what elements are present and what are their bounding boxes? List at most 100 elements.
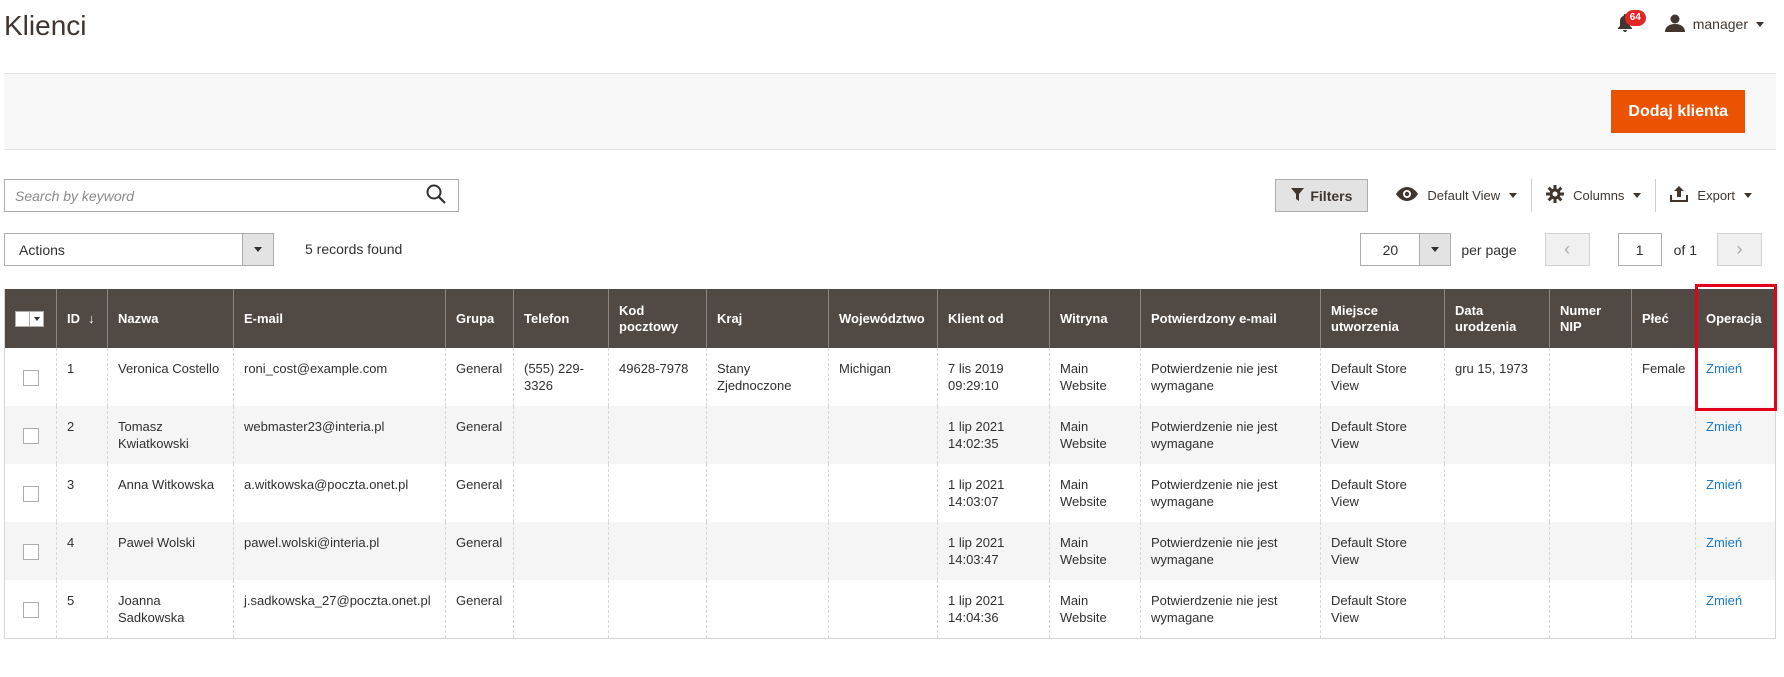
search-button[interactable] <box>414 180 458 211</box>
cell-taxvat <box>1549 348 1632 406</box>
cell-country <box>706 580 829 639</box>
cell-name: Joanna Sadkowska <box>107 580 234 639</box>
table-row: 5 Joanna Sadkowska j.sadkowska_27@poczta.on… <box>4 580 1776 639</box>
cell-website: Main Website <box>1049 464 1141 522</box>
row-checkbox[interactable] <box>22 369 39 386</box>
cell-id: 1 <box>56 348 108 406</box>
column-header-region[interactable]: Województwo <box>828 289 938 348</box>
column-header-name[interactable]: Nazwa <box>107 289 234 348</box>
row-checkbox[interactable] <box>22 601 39 618</box>
cell-country <box>706 406 829 464</box>
export-control[interactable]: Export <box>1656 179 1766 212</box>
cell-email: webmaster23@interia.pl <box>233 406 446 464</box>
column-header-dob[interactable]: Data urodzenia <box>1444 289 1550 348</box>
cell-website: Main Website <box>1049 522 1141 580</box>
mass-actions-label: Actions <box>19 241 65 258</box>
cell-phone <box>513 522 609 580</box>
cell-group: General <box>445 464 514 522</box>
export-icon <box>1670 186 1689 205</box>
column-header-taxvat[interactable]: Numer NIP <box>1549 289 1632 348</box>
cell-region <box>828 406 938 464</box>
cell-action: Zmień <box>1695 348 1776 406</box>
eye-icon <box>1396 187 1419 204</box>
cell-created: 1 lip 2021 14:03:07 <box>937 464 1050 522</box>
cell-email: j.sadkowska_27@poczta.onet.pl <box>233 580 446 639</box>
cell-created: 1 lip 2021 14:02:35 <box>937 406 1050 464</box>
cell-country: Stany Zjednoczone <box>706 348 829 406</box>
add-customer-button[interactable]: Dodaj klienta <box>1611 90 1745 133</box>
page-actions-bar: Dodaj klienta <box>4 73 1776 150</box>
prev-page-button[interactable]: ‹ <box>1544 233 1590 266</box>
cell-id: 5 <box>56 580 108 639</box>
cell-phone <box>513 406 609 464</box>
cell-id: 2 <box>56 406 108 464</box>
cell-confirmed: Potwierdzenie nie jest wymagane <box>1140 464 1321 522</box>
cell-created_in: Default Store View <box>1320 522 1445 580</box>
column-header-confirmed[interactable]: Potwierdzony e-mail <box>1140 289 1321 348</box>
user-name: manager <box>1692 16 1748 32</box>
row-checkbox[interactable] <box>22 427 39 444</box>
column-header-zip[interactable]: Kod pocztowy <box>608 289 707 348</box>
pagination: 20 per page ‹ of 1 › <box>1360 233 1762 266</box>
edit-link[interactable]: Zmień <box>1706 419 1742 434</box>
column-header-country[interactable]: Kraj <box>706 289 829 348</box>
chevron-down-icon <box>1509 193 1518 198</box>
dropdown-toggle[interactable] <box>242 234 273 265</box>
cell-group: General <box>445 406 514 464</box>
per-page-select[interactable]: 20 <box>1360 233 1452 266</box>
edit-link[interactable]: Zmień <box>1706 477 1742 492</box>
cell-id: 4 <box>56 522 108 580</box>
cell-gender <box>1631 464 1696 522</box>
total-pages-label: of 1 <box>1673 241 1697 258</box>
records-found: 5 records found <box>305 241 403 257</box>
filters-button[interactable]: Filters <box>1275 179 1369 212</box>
cell-dob <box>1444 464 1550 522</box>
admin-user-area: 64 manager <box>1613 10 1764 36</box>
cell-name: Tomasz Kwiatkowski <box>107 406 234 464</box>
cell-select <box>4 348 57 406</box>
cell-taxvat <box>1549 464 1632 522</box>
cell-action: Zmień <box>1695 522 1776 580</box>
cell-select <box>4 406 57 464</box>
view-switcher[interactable]: Default View <box>1382 179 1531 212</box>
column-header-email[interactable]: E-mail <box>233 289 446 348</box>
column-header-gender[interactable]: Płeć <box>1631 289 1696 348</box>
mass-select-checkbox[interactable] <box>15 310 44 327</box>
user-menu[interactable]: manager <box>1664 14 1764 35</box>
column-header-id[interactable]: ID ↓ <box>56 289 108 348</box>
column-header-created[interactable]: Klient od <box>937 289 1050 348</box>
cell-region <box>828 580 938 639</box>
cell-zip <box>608 580 707 639</box>
cell-created_in: Default Store View <box>1320 406 1445 464</box>
columns-control[interactable]: Columns <box>1532 179 1655 212</box>
cell-gender <box>1631 580 1696 639</box>
column-header-created-in[interactable]: Miejsce utworzenia <box>1320 289 1445 348</box>
column-header-website[interactable]: Witryna <box>1049 289 1141 348</box>
page-number-input[interactable] <box>1617 233 1662 266</box>
edit-link[interactable]: Zmień <box>1706 593 1742 608</box>
export-label: Export <box>1697 188 1735 203</box>
cell-gender: Female <box>1631 348 1696 406</box>
edit-link[interactable]: Zmień <box>1706 535 1742 550</box>
row-checkbox[interactable] <box>22 485 39 502</box>
cell-website: Main Website <box>1049 580 1141 639</box>
notifications-button[interactable]: 64 <box>1613 10 1646 36</box>
dropdown-toggle[interactable] <box>1419 234 1451 265</box>
next-page-button[interactable]: › <box>1717 233 1762 266</box>
cell-group: General <box>445 580 514 639</box>
edit-link[interactable]: Zmień <box>1706 361 1742 376</box>
cell-website: Main Website <box>1049 348 1141 406</box>
column-header-group[interactable]: Grupa <box>445 289 514 348</box>
row-checkbox[interactable] <box>22 543 39 560</box>
cell-region <box>828 522 938 580</box>
cell-group: General <box>445 348 514 406</box>
cell-phone <box>513 464 609 522</box>
cell-taxvat <box>1549 580 1632 639</box>
per-page-label: per page <box>1461 241 1517 258</box>
chevron-down-icon <box>33 316 40 321</box>
cell-created_in: Default Store View <box>1320 348 1445 406</box>
search-input[interactable] <box>5 180 414 211</box>
notifications-count-badge: 64 <box>1624 10 1646 26</box>
column-header-phone[interactable]: Telefon <box>513 289 609 348</box>
mass-actions-select[interactable]: Actions <box>4 233 274 266</box>
